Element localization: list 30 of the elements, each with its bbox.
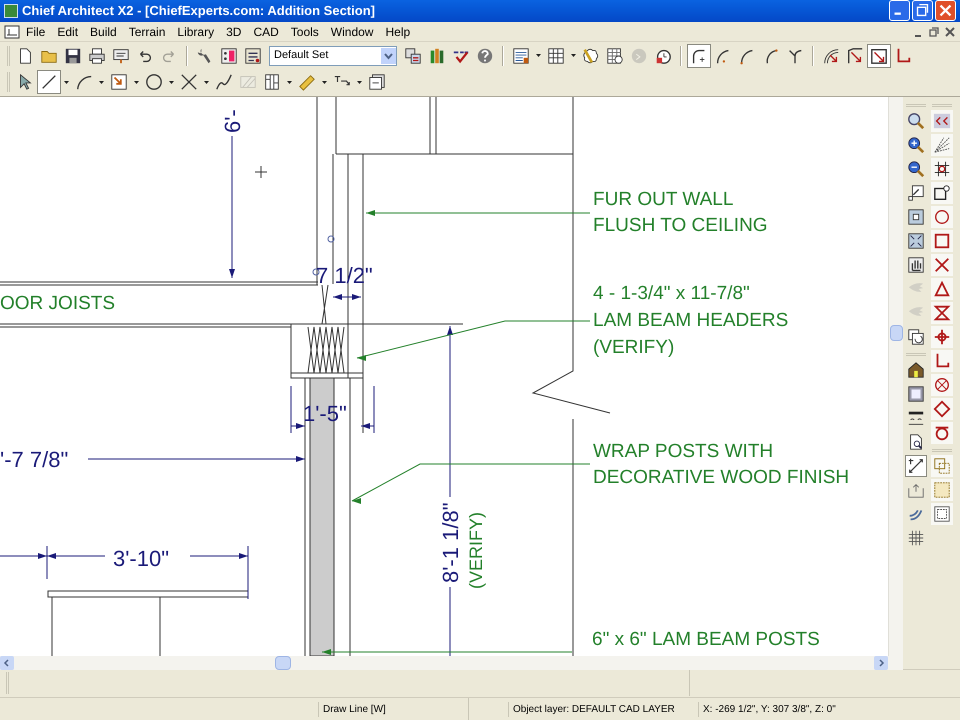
menu-item[interactable]: 3D [220,22,248,41]
annotation-text: OOR JOISTS [0,292,116,314]
menu-item[interactable]: Build [84,22,123,41]
menu-item[interactable]: File [20,22,52,41]
note-text: LAM BEAM HEADERS [593,310,788,331]
status-text: Object layer: DEFAULT CAD LAYER [508,702,698,717]
note-text: FUR OUT WALL [593,188,734,210]
note-text: 4 - 1-3/4" x 11-7/8" [593,282,750,304]
menu-item[interactable]: Help [379,22,416,41]
status-text: Draw Line [W] [318,702,468,717]
note-text: 6" x 6" LAM BEAM POSTS [592,628,820,650]
dimension-text: 6'- [220,108,245,133]
menu-item[interactable]: Tools [284,22,325,41]
note-text: DECORATIVE WOOD FINISH [593,466,850,488]
menu-item[interactable]: Library [171,22,220,41]
dropdown-value: Default Set [274,48,328,64]
menu-item[interactable]: Window [324,22,380,41]
dimension-text: 3'-10" [113,546,170,571]
note-text: FLUSH TO CEILING [593,214,768,236]
status-text: X: -269 1/2", Y: 307 3/8", Z: 0" [698,702,960,717]
dimension-text: '-7 7/8" [0,446,68,472]
layer-set-dropdown[interactable]: Default Set [269,46,397,66]
note-text: WRAP POSTS WITH [593,440,774,462]
menu-item[interactable]: CAD [247,22,285,41]
window-title: Chief Architect X2 - [ChiefExperts.com: Addition Section] [22,2,376,20]
menu-item[interactable]: Edit [51,22,84,41]
annotation-text: (VERIFY) [466,512,486,589]
dimension-text: 8'-1 1/8" [438,502,463,583]
note-text: (VERIFY) [593,336,674,358]
menu-item[interactable]: Terrain [122,22,172,41]
